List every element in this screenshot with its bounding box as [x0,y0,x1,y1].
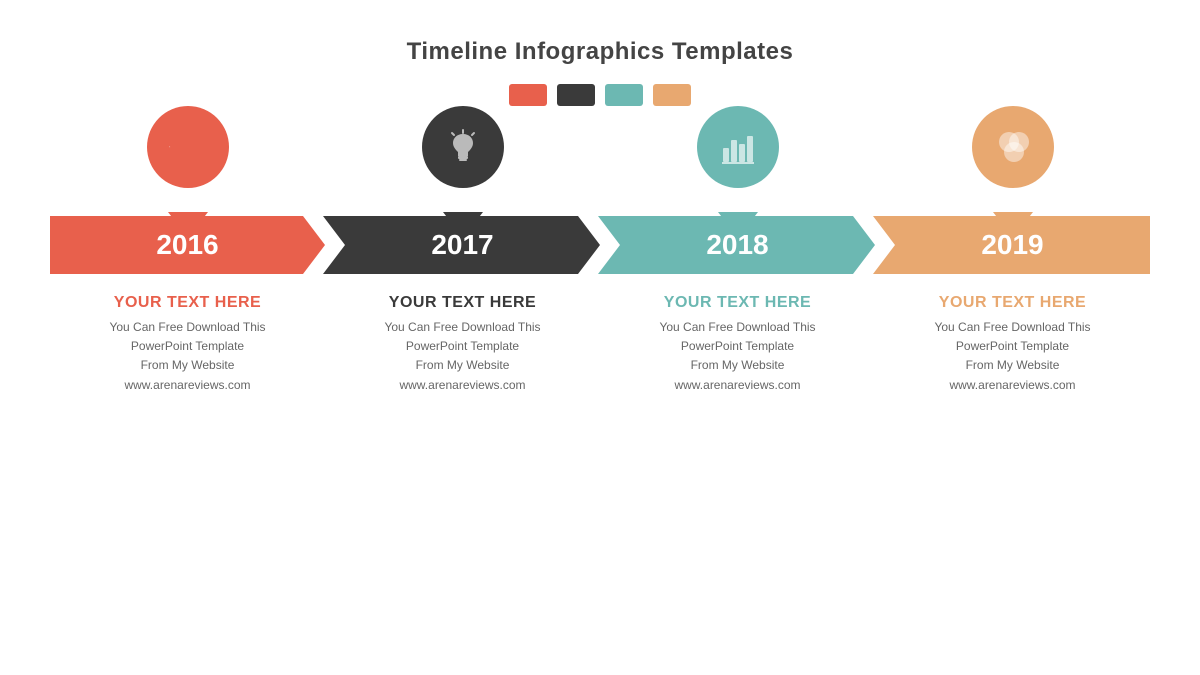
pin-circle-2 [697,106,779,188]
legend-dot [653,84,691,106]
item-desc-3: You Can Free Download ThisPowerPoint Tem… [934,318,1090,395]
arrows-row: 2016201720182019 [50,216,1150,274]
label-item-1: YOUR TEXT HERE You Can Free Download This… [325,284,600,395]
pin-container-1 [325,106,600,216]
item-desc-2: You Can Free Download ThisPowerPoint Tem… [659,318,815,395]
map-pin-3 [972,106,1054,216]
pin-container-0 [50,106,325,216]
legend-dot [557,84,595,106]
pin-circle-3 [972,106,1054,188]
year-label-3: 2019 [875,216,1150,274]
pin-circle-1 [422,106,504,188]
label-item-0: YOUR TEXT HERE You Can Free Download This… [50,284,325,395]
legend-dot [605,84,643,106]
map-pin-2 [697,106,779,216]
pins-row [50,106,1150,216]
page-title: Timeline Infographics Templates [407,38,794,66]
pin-circle-0 [147,106,229,188]
label-item-3: YOUR TEXT HERE You Can Free Download This… [875,284,1150,395]
item-desc-1: You Can Free Download ThisPowerPoint Tem… [384,318,540,395]
year-label-0: 2016 [50,216,325,274]
item-heading-3: YOUR TEXT HERE [939,294,1086,312]
year-label-1: 2017 [325,216,600,274]
map-pin-1 [422,106,504,216]
legend [509,84,691,106]
year-labels: 2016201720182019 [50,216,1150,274]
item-heading-2: YOUR TEXT HERE [664,294,811,312]
map-pin-0 [147,106,229,216]
item-heading-1: YOUR TEXT HERE [389,294,536,312]
main-layout: 2016201720182019 YOUR TEXT HERE You Can F… [50,106,1150,395]
item-heading-0: YOUR TEXT HERE [114,294,261,312]
year-label-2: 2018 [600,216,875,274]
pin-container-3 [875,106,1150,216]
labels-row: YOUR TEXT HERE You Can Free Download This… [50,284,1150,395]
item-desc-0: You Can Free Download ThisPowerPoint Tem… [109,318,265,395]
label-item-2: YOUR TEXT HERE You Can Free Download This… [600,284,875,395]
pin-container-2 [600,106,875,216]
legend-dot [509,84,547,106]
